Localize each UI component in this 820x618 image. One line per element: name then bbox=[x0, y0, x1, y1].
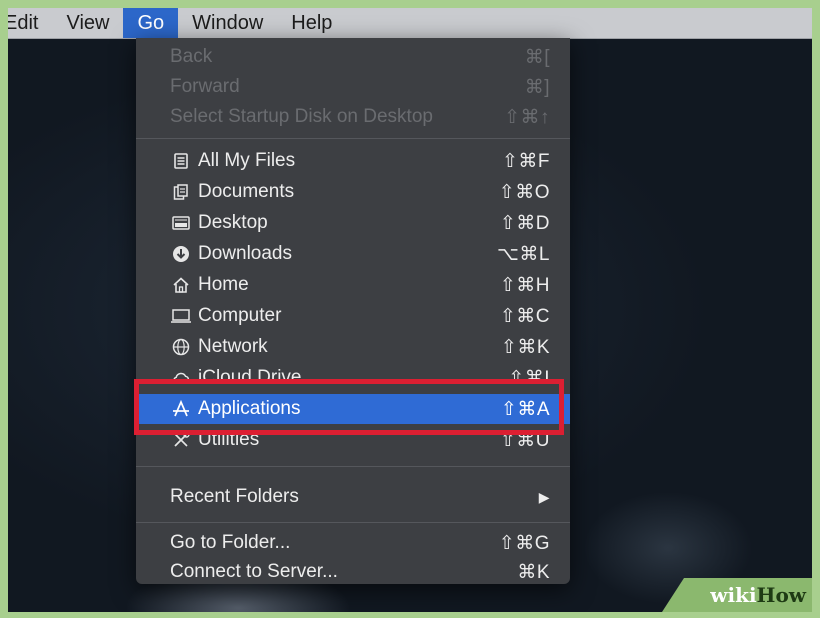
menu-item-documents[interactable]: Documents ⇧⌘O bbox=[136, 177, 570, 207]
menu-item-shortcut: ⇧⌘K bbox=[500, 336, 550, 358]
chevron-right-icon: ▶ bbox=[538, 488, 550, 505]
menubar-view[interactable]: View bbox=[52, 8, 123, 38]
desktop-icon bbox=[170, 214, 192, 232]
network-icon bbox=[170, 338, 192, 356]
menu-item-label: Home bbox=[198, 274, 249, 295]
highlight-box bbox=[134, 379, 564, 435]
menu-item-shortcut: ⌘K bbox=[517, 561, 550, 583]
menu-bar: Edit View Go Window Help bbox=[8, 8, 812, 39]
menu-item-shortcut: ⇧⌘C bbox=[499, 305, 550, 327]
menu-item-label: Desktop bbox=[198, 212, 268, 233]
menu-separator bbox=[136, 522, 570, 523]
watermark-wiki: wiki bbox=[710, 583, 757, 607]
menubar-window[interactable]: Window bbox=[178, 8, 277, 38]
menubar-help[interactable]: Help bbox=[277, 8, 346, 38]
documents-icon bbox=[170, 183, 192, 201]
go-menu-dropdown: Back ⌘[ Forward ⌘] Select Startup Disk o… bbox=[136, 38, 570, 584]
menu-item-forward[interactable]: Forward ⌘] bbox=[136, 72, 570, 102]
menu-item-shortcut: ⇧⌘↑ bbox=[504, 106, 550, 128]
menu-item-label: Recent Folders bbox=[170, 486, 299, 507]
menu-item-home[interactable]: Home ⇧⌘H bbox=[136, 270, 570, 300]
menu-item-label: Connect to Server... bbox=[170, 561, 338, 582]
watermark-how: How bbox=[756, 583, 806, 607]
menu-item-go-to-folder[interactable]: Go to Folder... ⇧⌘G bbox=[136, 528, 570, 558]
screenshot-frame: Edit View Go Window Help Back ⌘[ Forward… bbox=[8, 8, 812, 612]
menu-item-shortcut: ⇧⌘F bbox=[501, 150, 550, 172]
menu-item-desktop[interactable]: Desktop ⇧⌘D bbox=[136, 208, 570, 238]
menu-item-label: Select Startup Disk on Desktop bbox=[170, 106, 433, 127]
menu-item-label: Downloads bbox=[198, 243, 292, 264]
menu-item-select-startup-disk[interactable]: Select Startup Disk on Desktop ⇧⌘↑ bbox=[136, 102, 570, 132]
menu-item-connect-to-server[interactable]: Connect to Server... ⌘K bbox=[136, 557, 570, 587]
menu-item-back[interactable]: Back ⌘[ bbox=[136, 42, 570, 72]
menu-item-label: Documents bbox=[198, 181, 295, 202]
all-my-files-icon bbox=[170, 152, 192, 170]
menu-item-shortcut: ⇧⌘O bbox=[498, 181, 550, 203]
home-icon bbox=[170, 276, 192, 294]
menu-item-shortcut: ⌥⌘L bbox=[497, 243, 550, 265]
menu-item-shortcut: ⇧⌘D bbox=[499, 212, 550, 234]
menu-item-label: Go to Folder... bbox=[170, 532, 291, 553]
computer-icon bbox=[170, 307, 192, 325]
menu-item-recent-folders[interactable]: Recent Folders ▶ bbox=[136, 482, 570, 512]
menu-item-shortcut: ⇧⌘H bbox=[499, 274, 550, 296]
menubar-edit[interactable]: Edit bbox=[8, 8, 52, 38]
menu-item-downloads[interactable]: Downloads ⌥⌘L bbox=[136, 239, 570, 269]
menu-item-shortcut: ⌘] bbox=[524, 76, 550, 98]
menu-item-network[interactable]: Network ⇧⌘K bbox=[136, 332, 570, 362]
menu-item-label: All My Files bbox=[198, 150, 296, 171]
menu-item-label: Back bbox=[170, 46, 213, 67]
menu-item-label: Computer bbox=[198, 305, 282, 326]
menu-item-shortcut: ⇧⌘G bbox=[498, 532, 550, 554]
menu-separator bbox=[136, 138, 570, 139]
menu-item-all-my-files[interactable]: All My Files ⇧⌘F bbox=[136, 146, 570, 176]
menubar-go[interactable]: Go bbox=[123, 8, 179, 38]
downloads-icon bbox=[170, 245, 192, 263]
menu-item-computer[interactable]: Computer ⇧⌘C bbox=[136, 301, 570, 331]
menu-separator bbox=[136, 466, 570, 467]
menu-item-label: Forward bbox=[170, 76, 240, 97]
wikihow-watermark: wiki How bbox=[662, 578, 812, 612]
menu-item-label: Network bbox=[198, 336, 268, 357]
menu-item-shortcut: ⌘[ bbox=[524, 46, 550, 68]
